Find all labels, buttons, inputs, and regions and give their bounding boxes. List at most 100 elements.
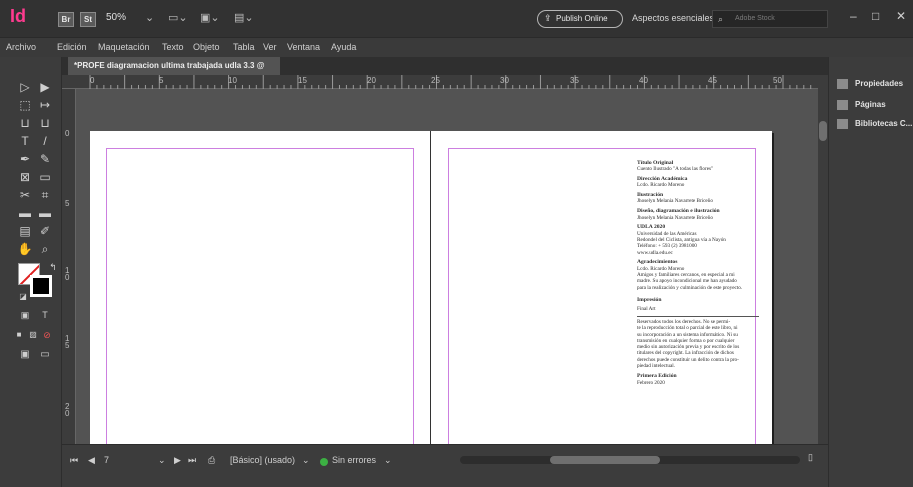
page-tool-icon[interactable]: ⬚ [16,97,34,113]
credits-text: piedad intelectual. [637,363,676,370]
chevron-down-icon[interactable]: ⌄ [302,455,310,466]
horizontal-scroll-thumb[interactable] [550,456,660,464]
errors-status[interactable]: Sin errores [332,455,376,465]
swap-colors-icon[interactable]: ↰ [44,259,62,275]
zoom-level[interactable]: 50% [106,12,126,23]
pages-icon [837,100,848,110]
credits-text: Febrero 2020 [637,379,665,386]
vruler-label-0: 0 [65,129,70,138]
arrange-documents-icon[interactable]: ▤⌄ [234,11,254,24]
ruler-label-25: 25 [431,76,440,85]
chevron-down-icon[interactable]: ⌄ [384,455,392,466]
left-page-margin [106,148,414,456]
last-page-icon[interactable]: ⏭ [188,455,196,466]
menu-maquetacion[interactable]: Maquetación [98,42,150,52]
horizontal-scrollbar[interactable] [460,456,800,464]
status-ok-dot [320,458,328,466]
workspace-label: Aspectos esenciales [632,13,715,23]
content-placer-icon[interactable]: ⊔ [36,115,54,131]
view-options-icon[interactable]: ▭⌄ [168,11,188,24]
menu-ventana[interactable]: Ventana [287,42,320,52]
horizontal-ruler[interactable]: 0 5 10 15 20 25 30 35 40 45 50 [62,75,818,89]
credits-text: para la realización y culminación de est… [637,284,743,291]
panel-bibliotecas[interactable]: Bibliotecas C... [837,117,912,131]
panel-label: Páginas [855,100,886,109]
normal-view-icon[interactable]: ▣ [16,347,34,363]
vertical-scroll-thumb[interactable] [819,121,827,141]
stock-search-input[interactable]: ⌕ Adobe Stock [712,10,828,28]
first-page-icon[interactable]: ⏮ [70,455,78,466]
gap-tool-icon[interactable]: ↦ [36,97,54,113]
eyedropper-tool-icon[interactable]: ✐ [36,223,54,239]
direct-selection-tool-icon[interactable]: ▶ [36,79,54,95]
panel-paginas[interactable]: Páginas [837,98,886,112]
formatting-text-icon[interactable]: T [36,307,54,323]
formatting-container-icon[interactable]: ▣ [16,307,34,323]
panel-toggle-icon[interactable]: ▯ [808,452,813,463]
note-tool-icon[interactable]: ▤ [16,223,34,239]
menu-edicion[interactable]: Edición [57,42,87,52]
bridge-button[interactable]: Br [58,12,74,27]
vertical-scrollbar[interactable] [818,75,828,444]
ruler-label-45: 45 [708,76,717,85]
menu-archivo[interactable]: Archivo [6,42,36,52]
menu-ver[interactable]: Ver [263,42,277,52]
content-collector-icon[interactable]: ⊔ [16,115,34,131]
chevron-down-icon[interactable]: ⌄ [145,11,154,24]
menu-ayuda[interactable]: Ayuda [331,42,356,52]
vruler-label-10: 1 0 [65,266,70,282]
hand-tool-icon[interactable]: ✋ [16,241,34,257]
vruler-label-15: 1 5 [65,334,70,350]
selection-tool-icon[interactable]: ▷ [16,79,34,95]
menu-objeto[interactable]: Objeto [193,42,220,52]
ruler-label-15: 15 [298,76,307,85]
scissors-tool-icon[interactable]: ✂ [16,187,34,203]
chevron-down-icon[interactable]: ⌄ [158,455,166,466]
credits-text: Jhoselyn Melania Navarrete Briceño [637,198,713,205]
publish-online-button[interactable]: ⇪ Publish Online [537,10,623,28]
gradient-feather-tool-icon[interactable]: ▬ [36,205,54,221]
ruler-label-0: 0 [90,76,95,85]
pen-tool-icon[interactable]: ✒ [16,151,34,167]
credits-text: Lcdo. Ricardo Moreno [637,182,685,189]
stock-search-placeholder: Adobe Stock [735,15,775,22]
minimize-icon[interactable]: – [850,9,857,23]
upload-icon: ⇪ [544,13,552,23]
rectangle-frame-tool-icon[interactable]: ⊠ [16,169,34,185]
ruler-label-20: 20 [367,76,376,85]
pencil-tool-icon[interactable]: ✎ [36,151,54,167]
left-page[interactable] [90,131,430,473]
page-icon[interactable]: ⎙ [208,455,215,466]
gradient-swatch-tool-icon[interactable]: ▬ [16,205,34,221]
publish-online-label: Publish Online [556,14,608,23]
next-page-icon[interactable]: ▶ [174,455,181,466]
document-tab[interactable]: *PROFE diagramacion ultima trabajada udl… [68,57,280,88]
zoom-tool-icon[interactable]: ⌕ [36,241,54,257]
screen-mode-icon[interactable]: ▭ [36,347,54,363]
apply-none-icon[interactable]: ⊘ [38,327,56,343]
menu-texto[interactable]: Texto [162,42,184,52]
vertical-ruler[interactable]: 0 5 1 0 1 5 2 0 [62,89,76,444]
menu-tabla[interactable]: Tabla [233,42,255,52]
tools-panel: ▷ ▶ ⬚ ↦ ⊔ ⊔ T / ✒ ✎ ⊠ ▭ ✂ ⌗ ▬ ▬ ▤ ✐ ✋ ⌕ … [0,57,62,487]
page-number-field[interactable]: 7 [104,455,109,465]
vruler-label-5: 5 [65,199,70,208]
maximize-icon[interactable]: □ [872,9,879,23]
type-tool-icon[interactable]: T [16,133,34,149]
rectangle-tool-icon[interactable]: ▭ [36,169,54,185]
default-colors-icon[interactable]: ◪ [14,289,32,305]
previous-page-icon[interactable]: ◀ [88,455,95,466]
master-page-label[interactable]: [Básico] (usado) [230,455,295,465]
line-tool-icon[interactable]: / [36,133,54,149]
panel-propiedades[interactable]: Propiedades [837,77,903,91]
stock-button[interactable]: St [80,12,96,27]
credits-text-frame[interactable]: Título Original Cuento Ilustrado "A toda… [637,160,759,389]
status-bar: ⏮ ◀ 7 ⌄ ▶ ⏭ ⎙ [Básico] (usado) ⌄ Sin err… [62,444,828,487]
workspace-switcher[interactable]: Aspectos esenciales ⌄ [632,13,724,24]
stroke-swatch[interactable] [30,275,52,297]
free-transform-tool-icon[interactable]: ⌗ [36,187,54,203]
credits-text: Jhoselyn Melania Navarrete Briceño [637,214,713,221]
screen-mode-icon[interactable]: ▣⌄ [200,11,220,24]
ruler-label-35: 35 [570,76,579,85]
close-icon[interactable]: ✕ [896,9,906,23]
